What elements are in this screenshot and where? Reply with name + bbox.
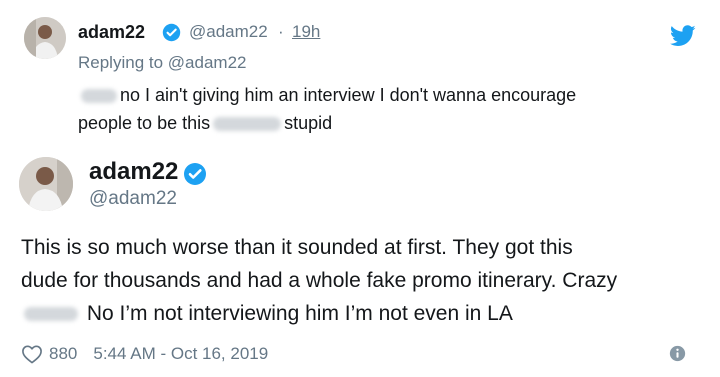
heart-icon[interactable] xyxy=(21,344,43,364)
censored-word xyxy=(24,307,78,322)
main-text-line1: This is so much worse than it sounded at… xyxy=(21,236,573,259)
avatar-photo xyxy=(19,157,73,211)
reply-display-name[interactable]: adam22 xyxy=(78,22,145,43)
info-icon[interactable] xyxy=(669,345,686,362)
reply-handle[interactable]: @adam22 xyxy=(189,22,268,42)
verified-badge-icon xyxy=(162,23,181,42)
like-count: 880 xyxy=(49,344,78,363)
reply-avatar[interactable] xyxy=(24,17,66,59)
avatar-photo xyxy=(24,17,66,59)
main-avatar[interactable] xyxy=(19,157,73,211)
replying-to-prefix: Replying to xyxy=(78,53,164,72)
tweet-timestamp[interactable]: 5:44 AM - Oct 16, 2019 xyxy=(93,344,268,364)
reply-text-part3: stupid xyxy=(284,113,333,133)
main-handle[interactable]: @adam22 xyxy=(89,188,177,210)
censored-word xyxy=(213,117,282,132)
replying-to-line: Replying to @adam22 xyxy=(78,53,247,73)
main-display-name[interactable]: adam22 xyxy=(89,158,178,186)
tweet-footer: 880 5:44 AM - Oct 16, 2019 xyxy=(21,343,268,365)
twitter-bird-icon[interactable] xyxy=(670,25,696,47)
verified-badge-icon xyxy=(184,163,206,185)
reply-time-link[interactable]: 19h xyxy=(292,22,320,42)
main-tweet-text: This is so much worse than it sounded at… xyxy=(21,231,711,330)
reply-tweet-text: no I ain't giving him an interview I don… xyxy=(78,81,678,137)
censored-word xyxy=(81,89,117,104)
reply-text-part2: people to be this xyxy=(78,113,211,133)
main-text-line3: No I’m not interviewing him I’m not even… xyxy=(86,302,513,325)
main-text-line2: dude for thousands and had a whole fake … xyxy=(21,269,618,292)
reply-text-part1: no I ain't giving him an interview I don… xyxy=(120,85,577,105)
separator-dot: · xyxy=(278,22,284,41)
replying-to-handle[interactable]: @adam22 xyxy=(168,53,247,72)
